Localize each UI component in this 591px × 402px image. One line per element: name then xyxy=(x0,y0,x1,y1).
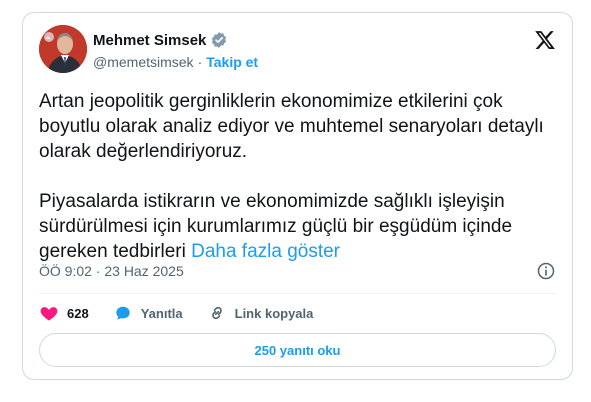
author-name[interactable]: Mehmet Simsek xyxy=(93,32,206,49)
reply-bubble-icon xyxy=(116,306,130,320)
like-button[interactable]: 628 xyxy=(39,303,89,323)
tweet-paragraph-1: Artan jeopolitik gerginliklerin ekonomim… xyxy=(39,91,550,162)
divider xyxy=(39,293,556,294)
avatar[interactable] xyxy=(39,25,87,73)
copy-link-button[interactable]: Link kopyala xyxy=(207,303,314,323)
like-count: 628 xyxy=(67,305,89,321)
read-replies-button[interactable]: 250 yanıtı oku xyxy=(39,333,556,367)
copy-link-label: Link kopyala xyxy=(234,305,314,321)
link-icon xyxy=(211,306,222,320)
tweet-card: Mehmet Simsek @memetsimsek · Takip et Ar… xyxy=(22,12,573,380)
x-logo-icon[interactable] xyxy=(534,29,556,51)
show-more-link[interactable]: Daha fazla göster xyxy=(191,241,340,262)
follow-button[interactable]: Takip et xyxy=(206,54,258,70)
info-icon[interactable] xyxy=(536,261,556,281)
heart-icon xyxy=(40,307,58,321)
tweet-text: Artan jeopolitik gerginliklerin ekonomim… xyxy=(39,89,555,264)
handle-separator: · xyxy=(197,54,203,70)
read-replies-label: 250 yanıtı oku xyxy=(254,342,341,358)
reply-button[interactable]: Yanıtla xyxy=(113,303,183,323)
reply-label: Yanıtla xyxy=(140,305,183,321)
author-name-row: Mehmet Simsek xyxy=(93,31,228,49)
tweet-timestamp[interactable]: ÖÖ 9:02 · 23 Haz 2025 xyxy=(39,263,184,279)
action-bar: 628 Yanıtla Link kopyala xyxy=(39,303,337,323)
author-handle-row: @memetsimsek · Takip et xyxy=(93,54,258,70)
verified-badge-icon xyxy=(210,31,228,49)
author-handle[interactable]: @memetsimsek xyxy=(93,54,194,70)
